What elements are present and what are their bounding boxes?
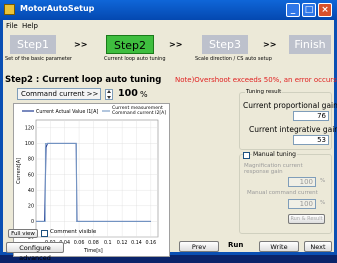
y-tick-label: 120 [25,126,34,132]
app-icon [4,4,15,15]
mag-gain-field[interactable]: 100 [288,177,316,187]
step-arrow: >> [169,40,183,49]
close-button[interactable]: × [318,3,332,17]
command-current-unit: % [140,90,148,99]
y-tick-label: 100 [25,141,34,147]
prop-gain-label: Current proportional gain [243,101,337,110]
step2-box: Step2 [106,35,154,54]
maximize-button[interactable]: □ [302,3,316,17]
y-tick-label: 60 [28,172,34,178]
step3-box: Step3 [202,35,248,54]
minimize-button[interactable]: _ [286,3,300,17]
step-bar: Step1 >> Step2 >> Step3 >> Finish Set of… [3,32,334,68]
comment-visible-label: Comment visible [50,229,97,235]
run-button[interactable]: Run [228,241,243,249]
y-tick-label: 40 [28,188,34,194]
overshoot-note: Note)Overshoot exceeds 50%, an error occ… [175,76,337,84]
run-result-button[interactable]: Run & Result [288,214,325,224]
y-tick-label: 80 [28,157,34,163]
step3-caption: Scale direction / CS auto setup [195,56,272,62]
client-area: Step1 >> Step2 >> Step3 >> Finish Set of… [3,32,337,262]
plot-area [35,119,159,238]
mag-gain-unit: % [320,178,326,184]
x-tick-label: 0.08 [88,240,99,246]
menu-bar: File Help [3,20,334,32]
full-view-button[interactable]: Full view [8,229,38,238]
x-tick-label: 0.1 [104,240,112,246]
page-title: Step2 : Current loop auto tuning [5,75,162,85]
mag-gain-label: Magnification current response gain [244,163,303,175]
command-current-value: 100 [118,88,138,99]
command-current-button[interactable]: Command current >> [17,88,101,100]
app-window: MotorAutoSetup _ □ × File Help Step1 >> … [0,0,337,262]
x-tick-label: 0.16 [145,240,156,246]
x-tick-label: 0.14 [131,240,142,246]
manual-cmd-unit: % [320,200,326,206]
finish-box: Finish [289,35,331,54]
x-tick-label: 0.12 [117,240,128,246]
step-arrow: >> [74,40,88,49]
step1-caption: Set of the basic parameter [5,56,72,62]
next-button[interactable]: Next [304,241,332,252]
window-title: MotorAutoSetup [20,4,95,13]
legend-actual-label: Current Actual Value I1[A] [36,109,98,115]
y-axis-label: Current[A] [16,158,22,184]
x-tick-label: 0.06 [74,240,85,246]
command-current-stepper[interactable] [105,89,113,100]
comment-visible-checkbox[interactable] [41,230,48,237]
manual-tuning-label: Manual tuning [252,151,297,158]
manual-tuning-checkbox[interactable] [243,152,250,159]
configure-advanced-button[interactable]: Configure advanced [6,242,64,262]
menu-help[interactable]: Help [22,22,38,30]
y-tick-label: 0 [31,219,34,225]
step1-box: Step1 [10,35,56,54]
step2-caption: Current loop auto tuning [104,56,166,62]
prev-button[interactable]: Prev [179,241,219,252]
y-tick-label: 20 [28,204,34,210]
write-button[interactable]: Write [259,241,299,252]
manual-cmd-label: Manual command current [247,190,318,196]
int-gain-field[interactable]: 53 [293,135,329,145]
int-gain-label: Current integrative gain [249,125,337,134]
manual-cmd-field[interactable]: 100 [288,199,316,209]
title-bar[interactable]: MotorAutoSetup _ □ × [0,0,337,20]
menu-file[interactable]: File [6,22,18,30]
prop-gain-field[interactable]: 76 [293,111,329,121]
step-arrow: >> [263,40,277,49]
legend-command-label-2: Command current I2[A] [112,110,166,116]
tuning-result-label: Tuning result [245,89,283,95]
x-axis-label: Time[s] [83,248,103,254]
